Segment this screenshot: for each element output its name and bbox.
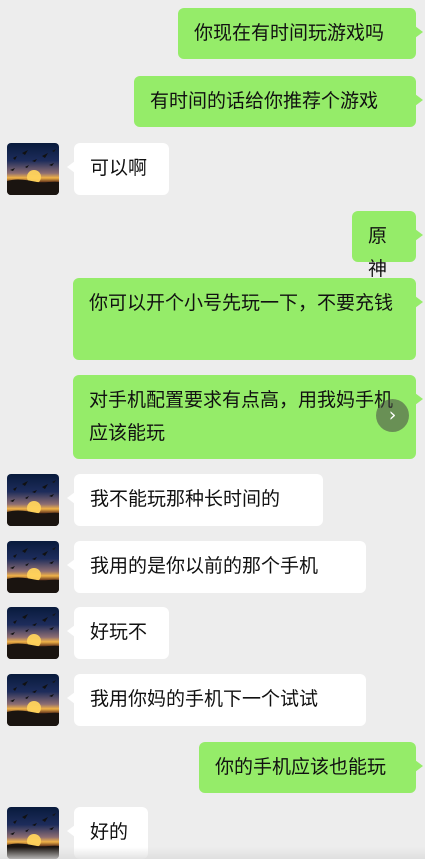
incoming-message-bubble[interactable]: 我用的是你以前的那个手机 [67, 541, 366, 593]
sunset-avatar-icon [7, 480, 59, 526]
sunset-avatar-icon [7, 680, 59, 726]
sunset-avatar-icon [7, 613, 59, 659]
outgoing-message-bubble[interactable]: 对手机配置要求有点高，用我妈手机应该能玩 [73, 375, 423, 459]
contact-avatar[interactable] [7, 607, 59, 659]
incoming-message-bubble[interactable]: 好玩不 [67, 607, 169, 659]
outgoing-message-bubble[interactable]: 原神 [352, 211, 423, 280]
incoming-message-bubble[interactable]: 我不能玩那种长时间的 [67, 474, 323, 526]
chat-window: 你现在有时间玩游戏吗 有时间的话给你推荐个游戏 可以啊 原神 你可以开个小号先玩… [0, 0, 425, 859]
bottom-fade [0, 847, 425, 859]
sunset-avatar-icon [7, 547, 59, 593]
incoming-message-bubble[interactable]: 我用你妈的手机下一个试试 [67, 674, 366, 726]
incoming-message-bubble[interactable]: 可以啊 [67, 143, 169, 195]
chevron-right-icon[interactable]: › [376, 399, 409, 432]
outgoing-message-bubble[interactable]: 有时间的话给你推荐个游戏 [134, 76, 423, 127]
contact-avatar[interactable] [7, 143, 59, 195]
sunset-avatar-icon [7, 149, 59, 195]
contact-avatar[interactable] [7, 674, 59, 726]
contact-avatar[interactable] [7, 474, 59, 526]
contact-avatar[interactable] [7, 541, 59, 593]
outgoing-message-bubble[interactable]: 你可以开个小号先玩一下，不要充钱 [73, 278, 423, 360]
outgoing-message-bubble[interactable]: 你现在有时间玩游戏吗 [178, 8, 423, 59]
outgoing-message-bubble[interactable]: 你的手机应该也能玩 [199, 742, 423, 793]
